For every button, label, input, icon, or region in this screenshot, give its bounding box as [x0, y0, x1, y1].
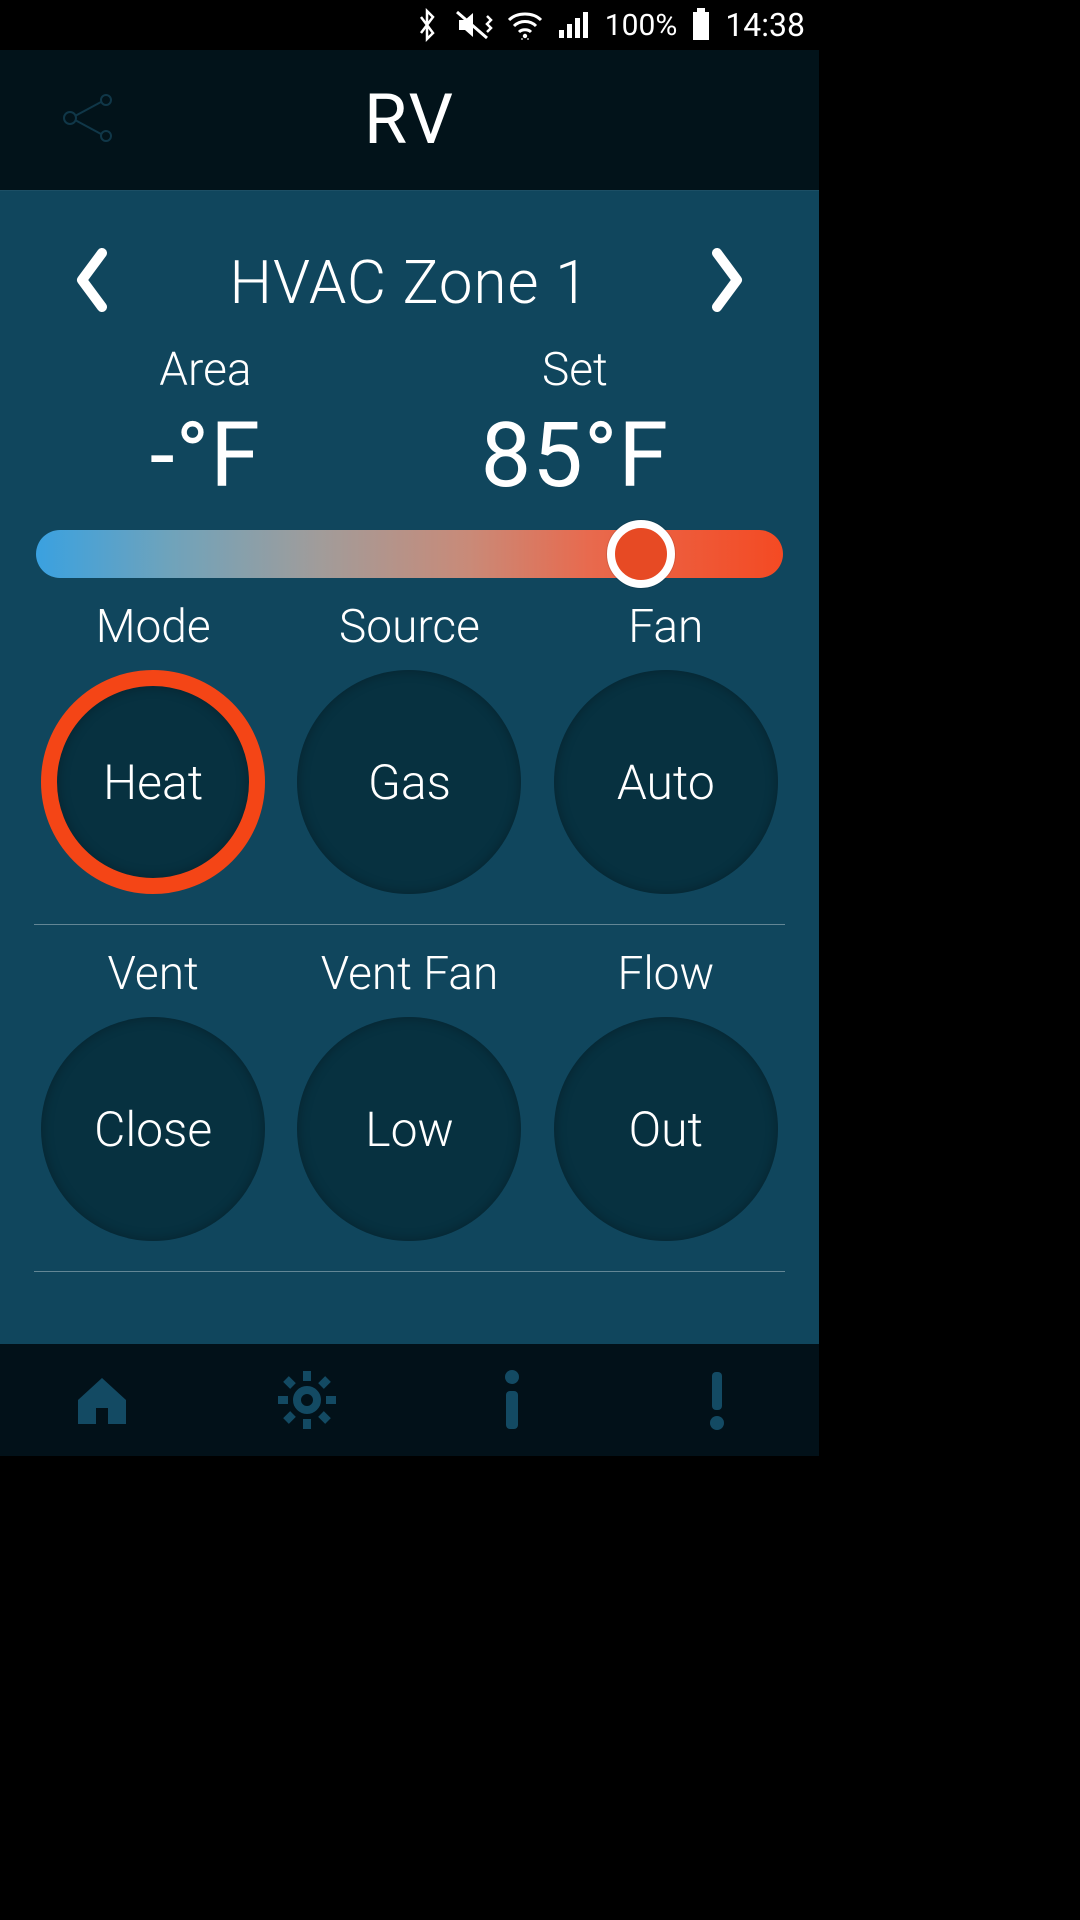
nav-settings-button[interactable]	[205, 1344, 410, 1456]
zone-title: HVAC Zone 1	[230, 247, 590, 318]
wifi-icon	[507, 10, 543, 40]
app-title: RV	[364, 79, 455, 161]
mode-label: Mode	[96, 600, 211, 654]
android-status-bar: 100% 14:38	[0, 0, 819, 50]
mode-value: Heat	[103, 754, 203, 811]
source-value: Gas	[368, 754, 451, 811]
fan-knob[interactable]: Auto	[554, 670, 778, 894]
temperature-slider-wrap	[0, 530, 819, 578]
controls: Mode Heat Source Gas Fan Auto	[0, 600, 819, 1272]
set-temp: Set 85°F	[481, 343, 670, 508]
mode-knob[interactable]: Heat	[41, 670, 265, 894]
bluetooth-icon	[415, 8, 439, 42]
cell-signal-icon	[557, 10, 591, 40]
flow-control: Flow Out	[547, 947, 785, 1241]
zone-nav: HVAC Zone 1	[0, 191, 819, 319]
flow-label: Flow	[617, 947, 714, 1001]
prev-zone-button[interactable]	[70, 245, 114, 319]
source-label: Source	[339, 600, 480, 654]
main-panel: HVAC Zone 1 Area -°F Set 85°F Mode	[0, 190, 819, 1344]
controls-row-1: Mode Heat Source Gas Fan Auto	[34, 600, 785, 925]
fan-label: Fan	[628, 600, 703, 654]
vent-control: Vent Close	[34, 947, 272, 1241]
temperature-slider[interactable]	[36, 530, 783, 578]
vent-knob[interactable]: Close	[41, 1017, 265, 1241]
flow-value: Out	[629, 1101, 703, 1158]
nav-home-button[interactable]	[0, 1344, 205, 1456]
source-control: Source Gas	[290, 600, 528, 894]
fan-control: Fan Auto	[547, 600, 785, 894]
area-value: -°F	[150, 403, 261, 508]
vent-value: Close	[94, 1101, 212, 1158]
battery-percent: 100%	[605, 8, 678, 43]
temperature-readout: Area -°F Set 85°F	[0, 343, 819, 508]
mode-control: Mode Heat	[34, 600, 272, 894]
area-temp: Area -°F	[150, 343, 261, 508]
clock: 14:38	[725, 6, 805, 44]
vent-fan-value: Low	[365, 1101, 453, 1158]
vent-fan-label: Vent Fan	[321, 947, 499, 1001]
mute-vibrate-icon	[453, 8, 493, 42]
app-header: RV	[0, 50, 819, 190]
next-zone-button[interactable]	[705, 245, 749, 319]
set-label: Set	[542, 343, 608, 397]
bottom-nav	[0, 1344, 819, 1456]
app-logo-icon	[60, 90, 122, 150]
app-root: 100% 14:38 RV HVAC Zone 1	[0, 0, 819, 1456]
nav-alert-button[interactable]	[614, 1344, 819, 1456]
flow-knob[interactable]: Out	[554, 1017, 778, 1241]
battery-icon	[691, 8, 711, 42]
area-label: Area	[159, 343, 251, 397]
fan-value: Auto	[617, 754, 715, 811]
slider-thumb[interactable]	[607, 520, 675, 588]
source-knob[interactable]: Gas	[297, 670, 521, 894]
nav-info-button[interactable]	[410, 1344, 615, 1456]
vent-label: Vent	[108, 947, 199, 1001]
vent-fan-knob[interactable]: Low	[297, 1017, 521, 1241]
vent-fan-control: Vent Fan Low	[290, 947, 528, 1241]
controls-row-2: Vent Close Vent Fan Low Flow Out	[34, 947, 785, 1272]
set-value: 85°F	[481, 403, 670, 508]
